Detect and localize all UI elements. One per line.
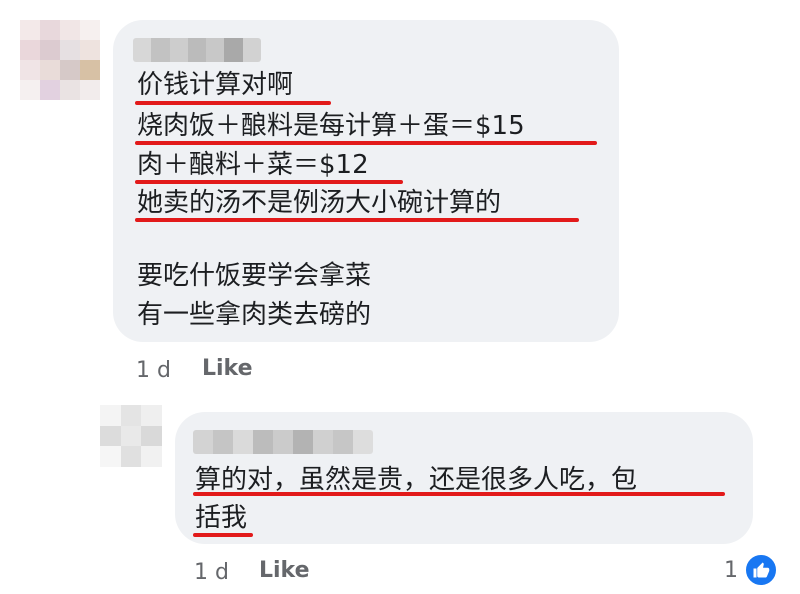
like-button[interactable]: Like bbox=[202, 356, 253, 381]
red-underline bbox=[193, 492, 725, 496]
thumbs-up-glyph bbox=[753, 562, 770, 578]
red-underline bbox=[193, 533, 253, 537]
commenter-name[interactable] bbox=[133, 38, 261, 62]
like-button[interactable]: Like bbox=[259, 558, 310, 583]
red-underline bbox=[135, 180, 403, 184]
red-underline bbox=[135, 218, 579, 222]
red-underline bbox=[135, 101, 331, 105]
comment-text-line: 价钱计算对啊 bbox=[137, 70, 294, 100]
commenter-avatar[interactable] bbox=[20, 20, 100, 100]
commenter-avatar[interactable] bbox=[100, 405, 162, 467]
comment-text-line: 烧肉饭＋酿料是每计算＋蛋＝$15 bbox=[137, 111, 525, 141]
comment-timestamp[interactable]: 1 d bbox=[194, 560, 229, 585]
comment-text-line: 她卖的汤不是例汤大小碗计算的 bbox=[137, 188, 502, 218]
comment-text-line: 括我 bbox=[195, 503, 248, 533]
commenter-name[interactable] bbox=[193, 430, 373, 454]
comment-text-line: 有一些拿肉类去磅的 bbox=[137, 300, 372, 330]
comment-timestamp[interactable]: 1 d bbox=[136, 358, 171, 383]
reaction-count[interactable]: 1 bbox=[724, 558, 738, 583]
comment-text-line: 肉＋酿料＋菜＝$12 bbox=[137, 150, 369, 180]
thumbs-up-icon[interactable] bbox=[744, 553, 778, 587]
red-underline bbox=[135, 141, 597, 145]
comment-text-line: 要吃什饭要学会拿菜 bbox=[137, 261, 372, 291]
